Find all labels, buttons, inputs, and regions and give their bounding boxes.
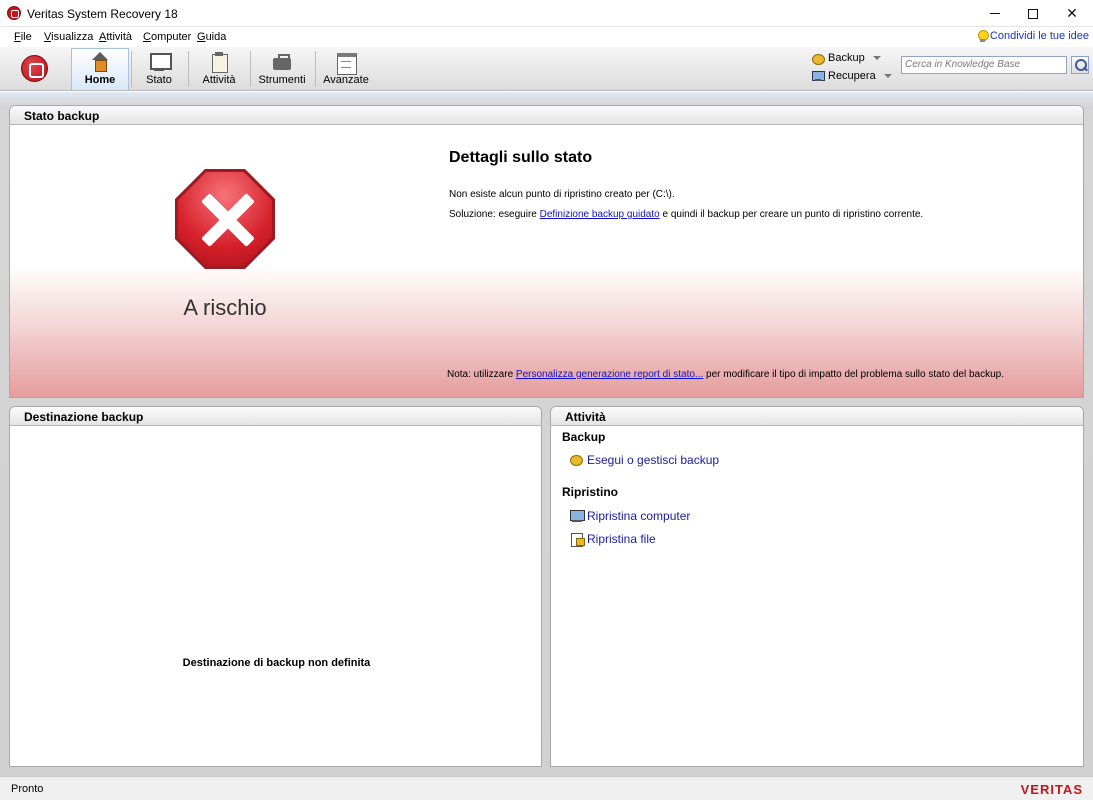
home-icon <box>90 52 110 72</box>
recover-icon <box>812 70 825 82</box>
note-suffix: per modificare il tipo di impatto del pr… <box>703 369 1004 380</box>
solution-prefix: Soluzione: eseguire <box>449 209 540 220</box>
backup-icon <box>570 453 584 467</box>
restore-computer-link[interactable]: Ripristina computer <box>570 509 690 523</box>
clipboard-icon <box>209 52 229 73</box>
status-details-title: Dettagli sullo stato <box>449 149 593 166</box>
tab-strumenti-label: Strumenti <box>258 74 306 86</box>
status-note: Nota: utilizzare Personalizza generazion… <box>447 369 1004 380</box>
tab-avanzate[interactable]: Avanzate <box>318 48 374 90</box>
backup-destination-header: Destinazione backup <box>10 407 541 426</box>
note-prefix: Nota: utilizzare <box>447 369 516 380</box>
toolbox-icon <box>272 52 292 72</box>
define-backup-wizard-link[interactable]: Definizione backup guidato <box>540 209 660 220</box>
recupera-dropdown[interactable]: Recupera <box>812 70 892 82</box>
tasks-header: Attività <box>551 407 1083 426</box>
share-ideas-link[interactable]: Condividi le tue idee <box>977 30 1089 42</box>
restore-section-title: Ripristino <box>562 485 618 499</box>
tasks-panel: Attività Backup Esegui o gestisci backup… <box>550 406 1084 767</box>
chevron-down-icon <box>872 56 881 60</box>
backup-status-header: Stato backup <box>10 106 1083 125</box>
menu-guida[interactable]: Guida <box>197 31 226 43</box>
close-button[interactable]: ✕ <box>1049 0 1093 27</box>
close-icon: ✕ <box>1066 5 1078 21</box>
error-stop-icon <box>175 169 275 269</box>
chevron-down-icon <box>883 74 892 78</box>
solution-suffix: e quindi il backup per creare un punto d… <box>659 209 924 220</box>
backup-status-panel: Stato backup A rischio Dettagli sullo st… <box>9 105 1084 398</box>
tab-home-label: Home <box>84 74 116 86</box>
menu-bar: File Visualizza Attività Computer Guida … <box>0 27 1093 47</box>
menu-visualizza[interactable]: Visualizza <box>44 31 93 43</box>
menu-computer[interactable]: Computer <box>143 31 191 43</box>
tab-strumenti[interactable]: Strumenti <box>252 48 312 90</box>
backup-dropdown-label: Backup <box>828 52 865 64</box>
recupera-dropdown-label: Recupera <box>828 70 876 82</box>
restore-file-link[interactable]: Ripristina file <box>570 532 656 547</box>
toolbar-divider <box>188 51 189 87</box>
search-button[interactable] <box>1071 56 1089 74</box>
status-solution-line: Soluzione: eseguire Definizione backup g… <box>449 209 923 220</box>
status-text: Pronto <box>11 783 44 795</box>
title-bar: Veritas System Recovery 18 ✕ <box>0 0 1093 27</box>
destination-empty-message: Destinazione di backup non definita <box>182 657 371 669</box>
backup-status-body: A rischio Dettagli sullo stato Non esist… <box>10 125 1083 397</box>
toolbar: Home Stato Attività Strumenti Avanzate B… <box>0 47 1093 91</box>
menu-file[interactable]: File <box>14 31 32 43</box>
run-manage-backup-label: Esegui o gestisci backup <box>587 453 720 467</box>
toolbar-divider <box>315 51 316 87</box>
status-label: A rischio <box>183 295 267 320</box>
restore-file-label: Ripristina file <box>587 532 656 546</box>
veritas-logo-icon <box>21 55 48 82</box>
menu-attivita[interactable]: Attività <box>99 31 132 43</box>
tab-attivita-label: Attività <box>202 74 236 86</box>
restore-computer-label: Ripristina computer <box>587 509 691 523</box>
share-ideas-label: Condividi le tue idee <box>989 30 1089 42</box>
tab-stato-label: Stato <box>146 74 172 86</box>
minimize-icon <box>990 13 1000 14</box>
tab-stato[interactable]: Stato <box>133 48 185 90</box>
monitor-icon <box>149 52 172 72</box>
veritas-brand-logo: VERITAS <box>1020 782 1083 797</box>
lightbulb-icon <box>977 30 989 42</box>
window-title: Veritas System Recovery 18 <box>27 7 178 21</box>
app-icon <box>7 6 21 20</box>
file-icon <box>570 532 585 547</box>
backup-icon <box>812 52 825 65</box>
customize-report-link[interactable]: Personalizza generazione report di stato… <box>516 369 703 380</box>
computer-icon <box>570 509 585 523</box>
backup-dropdown[interactable]: Backup <box>812 52 881 65</box>
tab-attivita[interactable]: Attività <box>190 48 248 90</box>
tab-home[interactable]: Home <box>71 48 129 90</box>
backup-section-title: Backup <box>562 430 606 444</box>
toolbar-divider <box>131 51 132 87</box>
search-input[interactable]: Cerca in Knowledge Base <box>901 56 1067 74</box>
status-details-line: Non esiste alcun punto di ripristino cre… <box>449 189 675 200</box>
toolbar-divider <box>250 51 251 87</box>
tab-avanzate-label: Avanzate <box>323 74 369 86</box>
status-bar: Pronto VERITAS <box>0 776 1093 800</box>
backup-destination-panel: Destinazione backup Destinazione di back… <box>9 406 542 767</box>
run-manage-backup-link[interactable]: Esegui o gestisci backup <box>570 453 719 467</box>
maximize-icon <box>1028 8 1038 19</box>
advanced-icon <box>336 52 357 75</box>
